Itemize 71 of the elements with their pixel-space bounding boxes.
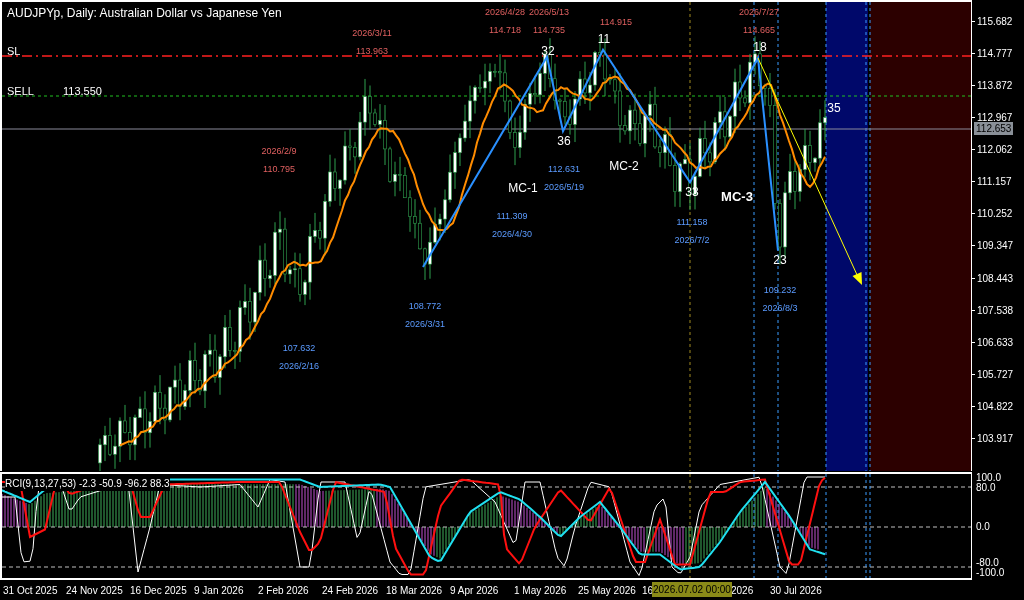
time-axis-label: 24 Feb 2026 <box>322 584 379 598</box>
crosshair-date-tag: 2026.07.02 00:00 <box>652 582 732 597</box>
swing-price-label: 108.772 <box>408 300 442 313</box>
swing-date-label: 2026/2/16 <box>279 360 319 373</box>
chart-title: AUDJPYp, Daily: Australian Dollar vs Japanese Yen <box>7 5 282 22</box>
price-axis-label: 104.822 <box>977 399 1014 413</box>
time-axis-label: 2026 <box>731 584 754 598</box>
swing-price-label: 114.665 <box>743 24 775 37</box>
swing-date-label: 2026/7/2 <box>674 234 710 247</box>
indicator-axis-label: -100.0 <box>976 567 1005 578</box>
time-axis-label: 16 <box>642 584 654 598</box>
time-axis-label: 16 Dec 2025 <box>130 584 187 598</box>
price-axis-label: 106.633 <box>977 335 1014 349</box>
price-axis-label: 112.967 <box>977 111 1013 124</box>
time-axis-label: 25 May 2026 <box>578 584 636 598</box>
swing-price-label: 112.631 <box>548 163 580 176</box>
swing-price-label: 111.158 <box>676 216 708 229</box>
price-axis-label: 113.872 <box>977 79 1013 93</box>
swing-date-label: 2026/3/31 <box>405 318 445 331</box>
time-axis-label: 1 May 2026 <box>514 584 567 598</box>
pattern-label: MC-2 <box>609 158 639 175</box>
indicator-axis-label: 100.0 <box>976 472 1002 483</box>
swing-date-label: 2026/3/11 <box>352 27 392 40</box>
swing-date-label: 2026/4/30 <box>492 228 532 241</box>
time-axis-label: 2 Feb 2026 <box>258 584 309 598</box>
swing-price-label: 114.718 <box>489 24 521 37</box>
price-axis-label: 107.538 <box>977 303 1014 317</box>
wave-count-label: 36 <box>557 133 571 150</box>
price-axis-label: 103.917 <box>977 431 1014 445</box>
pattern-label: MC-1 <box>508 180 538 197</box>
indicator-label: RCI(9,13,27,53) -2.3 -50.9 -96.2 88.3 <box>5 476 170 491</box>
time-axis-label: 30 Jul 2026 <box>770 584 822 598</box>
swing-date-label: 2026/2/9 <box>261 145 297 158</box>
wave-count-label: 18 <box>753 39 767 56</box>
price-axis-label: 115.682 <box>977 15 1013 28</box>
time-axis-label: 9 Jan 2026 <box>194 584 244 598</box>
swing-price-label: 114.915 <box>600 16 632 29</box>
wave-count-label: 35 <box>827 100 841 117</box>
swing-price-label: 107.632 <box>282 342 316 355</box>
swing-price-label: 113.963 <box>356 45 388 58</box>
swing-price-label: 109.232 <box>763 284 797 297</box>
swing-date-label: 2026/4/28 <box>485 6 525 19</box>
swing-date-label: 2026/8/3 <box>762 302 798 315</box>
time-axis-label: 9 Apr 2026 <box>450 584 499 598</box>
wave-count-label: 23 <box>773 252 787 269</box>
wave-count-label: 32 <box>541 43 555 60</box>
price-axis-label: 105.727 <box>977 367 1014 381</box>
swing-price-label: 110.795 <box>263 163 295 176</box>
price-line-value: 113.550 <box>63 84 102 99</box>
price-line-label: SELL <box>7 84 34 99</box>
swing-date-label: 2026/5/13 <box>529 6 569 19</box>
price-axis-label: 109.347 <box>977 239 1014 253</box>
wave-count-label: 11 <box>597 31 611 48</box>
time-axis-label: 18 Mar 2026 <box>386 584 443 598</box>
current-price-tag: 112.653 <box>974 122 1014 135</box>
price-axis-label: 114.777 <box>977 47 1013 61</box>
price-axis-label: 111.157 <box>977 175 1012 189</box>
swing-date-label: 2026/5/19 <box>544 181 584 194</box>
time-axis-label: 24 Nov 2025 <box>66 584 123 598</box>
indicator-axis-label: 0.0 <box>976 521 990 532</box>
price-axis-label: 110.252 <box>977 207 1013 221</box>
swing-price-label: 111.309 <box>496 210 528 223</box>
time-axis-label: 31 Oct 2025 <box>3 584 58 598</box>
swing-price-label: 114.735 <box>533 24 565 37</box>
swing-date-label: 2026/7/27 <box>739 6 779 19</box>
price-axis-label: 112.062 <box>977 143 1013 157</box>
price-axis-label: 108.443 <box>977 271 1014 285</box>
pattern-label: MC-3 <box>721 188 753 206</box>
indicator-axis-label: -80.0 <box>976 557 999 568</box>
price-line-label: SL <box>7 44 21 59</box>
indicator-axis-label: 80.0 <box>976 482 996 493</box>
